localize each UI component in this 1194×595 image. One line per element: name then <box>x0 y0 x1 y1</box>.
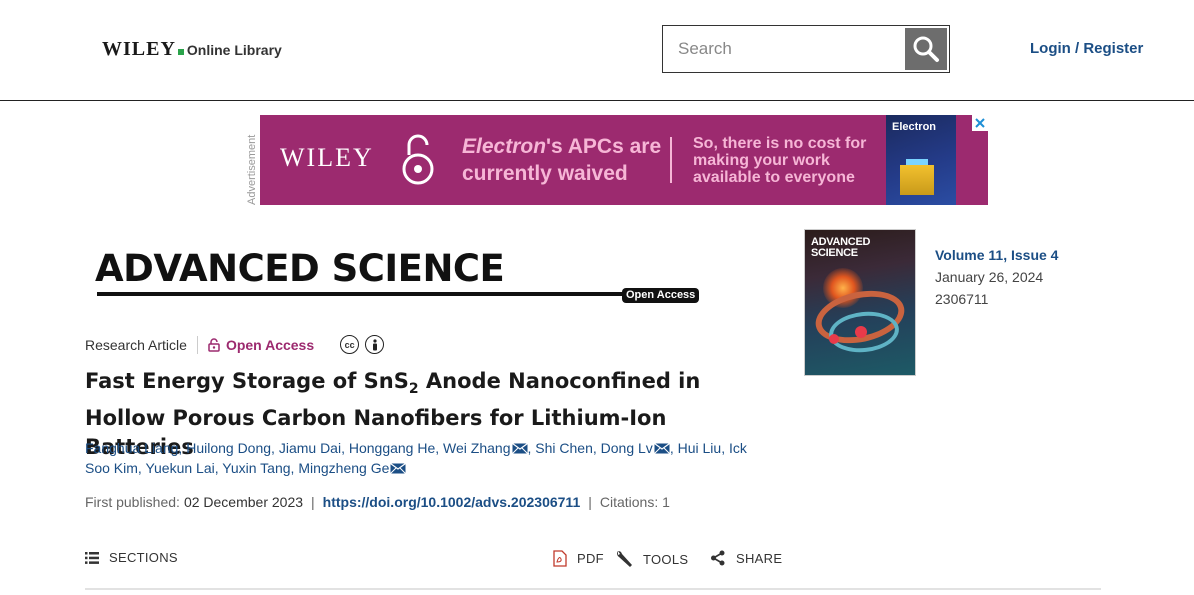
sections-button[interactable]: SECTIONS <box>85 550 178 565</box>
open-access-badge: Open Access <box>208 337 314 353</box>
author-link[interactable]: Huilong Dong <box>186 440 271 456</box>
author-link[interactable]: Shi Chen <box>535 440 593 456</box>
author-separator: , <box>435 440 444 456</box>
pdf-button[interactable]: PDF <box>553 550 604 567</box>
publication-info: First published: 02 December 2023 | http… <box>85 494 670 510</box>
author-link[interactable]: Yuxin Tang <box>222 460 290 476</box>
issue-info: Volume 11, Issue 4 January 26, 2024 2306… <box>935 244 1058 310</box>
author-link[interactable]: Hui Liu <box>678 440 722 456</box>
journal-title[interactable]: ADVANCED SCIENCE <box>95 247 505 290</box>
first-published-label: First published: <box>85 494 180 510</box>
journal-open-access-badge: Open Access <box>622 288 700 303</box>
share-button[interactable]: SHARE <box>710 550 782 566</box>
pdf-icon <box>553 550 567 567</box>
article-type: Research Article <box>85 336 187 353</box>
creative-commons-icon: cc <box>340 335 360 354</box>
journal-rule <box>97 292 622 296</box>
search-input[interactable] <box>663 26 905 72</box>
divider <box>196 335 198 354</box>
share-icon <box>711 550 725 566</box>
ad-subtext: So, there is no cost for making your wor… <box>693 135 867 186</box>
divider: | <box>311 494 315 510</box>
logo-brand: WILEY <box>102 38 176 60</box>
search-icon <box>913 36 939 62</box>
article-number: 2306711 <box>935 291 989 307</box>
email-icon[interactable] <box>511 443 528 454</box>
author-link[interactable]: Yuekun Lai <box>145 460 214 476</box>
advertisement-banner[interactable]: WILEY Electron's APCs are currently waiv… <box>260 115 988 205</box>
first-published-date: 02 December 2023 <box>183 494 304 510</box>
logo-dot <box>177 49 184 55</box>
divider: | <box>588 494 592 510</box>
open-lock-icon <box>208 337 220 352</box>
ad-headline: Electron's APCs are currently waived <box>462 135 662 185</box>
author-link[interactable]: Wei Zhang <box>443 440 510 456</box>
issue-volume-link[interactable]: Volume 11, Issue 4 <box>935 244 1058 266</box>
article-meta-row: Research Article Open Access cc <box>85 335 385 354</box>
author-link[interactable]: Fanghua Liang <box>85 440 178 456</box>
author-link[interactable]: Mingzheng Ge <box>298 460 389 476</box>
logo-suffix: Online Library <box>186 42 282 58</box>
author-link[interactable]: Jiamu Dai <box>279 440 341 456</box>
issue-cover-image[interactable]: ADVANCED SCIENCE <box>804 229 916 376</box>
license-icons[interactable]: cc <box>340 335 385 354</box>
article-toolbar: SECTIONS PDF TOOLS SHARE <box>85 550 1101 590</box>
author-separator: , <box>271 440 279 456</box>
search-button[interactable] <box>905 28 947 70</box>
list-icon <box>85 551 99 564</box>
search-box <box>662 25 950 73</box>
login-register-link[interactable]: Login / Register <box>1030 40 1143 57</box>
cover-title: ADVANCED SCIENCE <box>811 236 871 259</box>
close-icon <box>975 118 985 128</box>
ad-journal-cover: Electron <box>886 115 956 205</box>
author-separator: , <box>592 440 601 456</box>
author-separator: , <box>721 440 729 456</box>
doi-link[interactable]: https://doi.org/10.1002/advs.202306711 <box>323 494 581 510</box>
ad-divider <box>670 137 672 183</box>
tools-button[interactable]: TOOLS <box>615 550 688 568</box>
author-separator: , <box>669 440 678 456</box>
email-icon[interactable] <box>653 443 670 454</box>
author-link[interactable]: Dong Lv <box>601 440 653 456</box>
email-icon[interactable] <box>390 463 407 474</box>
citations-link[interactable]: Citations: 1 <box>600 494 670 510</box>
wiley-online-library-logo[interactable]: WILEY Online Library <box>102 38 282 61</box>
attribution-icon <box>365 335 385 354</box>
open-lock-icon <box>402 134 434 185</box>
wrench-icon <box>617 550 632 567</box>
site-header: WILEY Online Library Login / Register <box>0 0 1194 101</box>
author-link[interactable]: Honggang He <box>349 440 435 456</box>
issue-date: January 26, 2024 <box>935 269 1044 285</box>
ad-brand: WILEY <box>280 143 374 172</box>
author-separator: , <box>341 440 349 456</box>
ad-close-button[interactable] <box>972 115 988 131</box>
author-list: Fanghua Liang, Huilong Dong, Jiamu Dai, … <box>85 438 755 478</box>
